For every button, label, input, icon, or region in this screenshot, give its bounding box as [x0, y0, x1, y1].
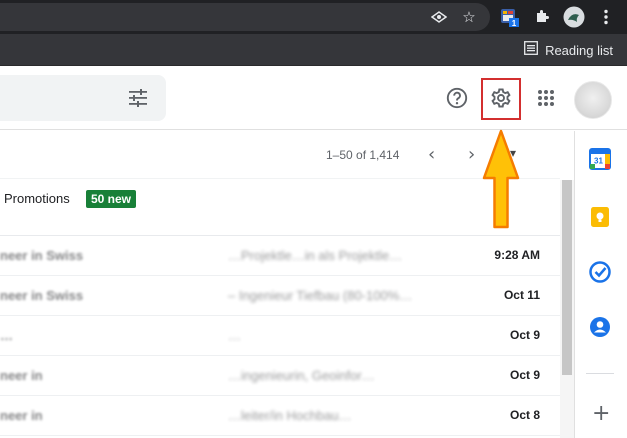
email-subject: …: [228, 328, 241, 343]
email-row[interactable]: … … Oct 9: [0, 316, 560, 356]
reading-list-label: Reading list: [545, 42, 613, 58]
email-subject: …leiter/in Hochbau…: [228, 408, 352, 423]
side-panel: [574, 131, 627, 438]
email-date: 9:28 AM: [494, 248, 540, 262]
scrollbar-thumb[interactable]: [562, 180, 572, 375]
contacts-app-icon[interactable]: [588, 315, 612, 339]
newer-page-chevron-icon[interactable]: ›: [468, 144, 475, 165]
extensions-puzzle-icon[interactable]: [531, 6, 553, 28]
apps-grid-icon[interactable]: [535, 87, 557, 109]
email-row[interactable]: neer in …ingenieurin, Geoinfor… Oct 9: [0, 356, 560, 396]
reading-list-button[interactable]: Reading list: [524, 41, 613, 59]
side-panel-divider: [586, 373, 614, 374]
reading-list-icon: [524, 41, 539, 59]
email-date: Oct 8: [509, 408, 540, 422]
email-date: Oct 9: [509, 328, 540, 342]
annotation-arrow-icon: [482, 129, 520, 229]
promotions-category-row[interactable]: Promotions 50 new: [0, 180, 560, 236]
email-subject: …Projektle…in als Projektle…: [228, 248, 403, 263]
email-row[interactable]: neer in Swiss – Ingenieur Tiefbau (80-10…: [0, 276, 560, 316]
help-icon[interactable]: [446, 87, 468, 109]
email-sender: neer in Swiss: [0, 248, 84, 263]
add-addon-plus-icon[interactable]: +: [592, 403, 610, 425]
address-bar[interactable]: [0, 3, 490, 31]
keep-app-icon[interactable]: [588, 205, 612, 229]
bookmarks-bar: Reading list: [0, 34, 627, 66]
extension-icon[interactable]: 1: [498, 6, 520, 28]
extension-badge: 1: [512, 19, 517, 27]
email-date: Oct 9: [509, 368, 540, 382]
account-avatar[interactable]: [574, 81, 612, 119]
email-row[interactable]: neer in Swiss …Projektle…in als Projektl…: [0, 236, 560, 276]
bookmark-star-icon[interactable]: ☆: [458, 6, 480, 28]
email-sender: neer in: [0, 368, 43, 383]
settings-highlight-box: [481, 78, 521, 120]
browser-toolbar: ☆ 1: [0, 0, 627, 34]
email-subject: – Ingenieur Tiefbau (80-100%…: [228, 288, 413, 303]
browser-window: ☆ 1 Reading list 1–50 of 1,414 ‹ › ▾ Pro…: [0, 0, 627, 438]
email-date: Oct 11: [503, 288, 540, 302]
email-subject: …ingenieurin, Geoinfor…: [228, 368, 375, 383]
promotions-label: Promotions: [4, 191, 70, 206]
profile-avatar-icon[interactable]: [562, 5, 586, 29]
tasks-app-icon[interactable]: [588, 260, 612, 284]
pagination-text: 1–50 of 1,414: [326, 148, 400, 162]
search-options-icon[interactable]: [127, 87, 149, 109]
mail-toolbar: 1–50 of 1,414 ‹ › ▾: [0, 131, 560, 179]
email-sender: …: [0, 328, 13, 343]
gmail-header: [0, 66, 627, 130]
svg-text:31: 31: [594, 157, 603, 166]
email-sender: neer in Swiss: [0, 288, 84, 303]
older-page-chevron-icon[interactable]: ‹: [428, 144, 435, 165]
eye-slash-icon[interactable]: [428, 6, 450, 28]
browser-menu-icon[interactable]: [595, 6, 617, 28]
email-sender: neer in: [0, 408, 43, 423]
calendar-app-icon[interactable]: 31: [588, 147, 612, 171]
email-row[interactable]: neer in …leiter/in Hochbau… Oct 8: [0, 396, 560, 436]
promotions-new-badge: 50 new: [86, 190, 137, 208]
